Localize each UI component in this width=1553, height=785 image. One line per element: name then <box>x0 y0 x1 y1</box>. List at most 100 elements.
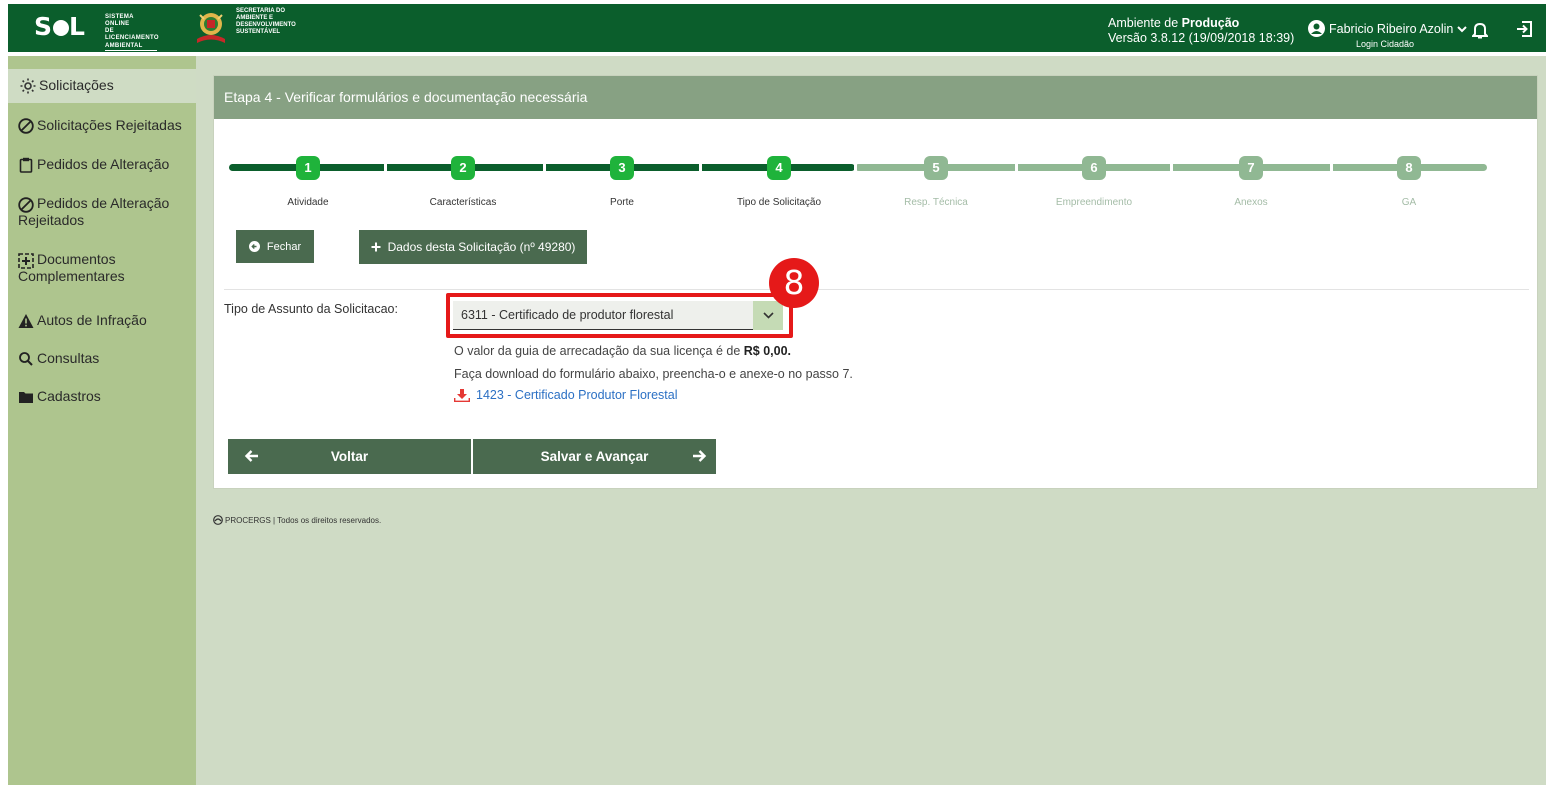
details-button[interactable]: Dados desta Solicitação (nº 49280) <box>359 230 587 264</box>
step-label-4: Tipo de Solicitação <box>736 197 822 208</box>
highlight-box <box>446 293 793 338</box>
download-icon <box>454 388 470 402</box>
step-label-7: Anexos <box>1234 197 1268 208</box>
logout-icon[interactable] <box>1515 20 1533 38</box>
step-number: 7 <box>1247 160 1255 175</box>
divider <box>224 289 1529 290</box>
sidebar-item-autos-infracao[interactable]: Autos de Infração <box>18 312 147 329</box>
sidebar-item-consultas[interactable]: Consultas <box>18 350 99 367</box>
save-next-button-label: Salvar e Avançar <box>540 449 649 464</box>
state-crest-icon <box>197 13 225 43</box>
arrow-right-icon <box>693 450 707 462</box>
user-name: Fabricio Ribeiro Azolin <box>1329 21 1454 36</box>
stepper-gap <box>699 164 702 171</box>
procergs-logo-icon <box>213 515 223 525</box>
step-number: 2 <box>459 160 467 175</box>
annotation-badge: 8 <box>769 258 819 308</box>
sun-icon <box>20 78 36 94</box>
step-6: 6 <box>1082 156 1106 180</box>
step-5: 5 <box>924 156 948 180</box>
stepper-gap <box>854 164 857 171</box>
panel-header: Etapa 4 - Verificar formulários e docume… <box>214 76 1537 119</box>
folder-icon <box>19 392 33 403</box>
stepper-gap <box>384 164 387 171</box>
step-label-6: Empreendimento <box>1055 197 1133 208</box>
secretaria-line-1: SECRETARIA DO <box>236 8 286 14</box>
step-number: 8 <box>1405 160 1413 175</box>
step-3[interactable]: 3 <box>610 156 634 180</box>
sidebar-item-documentos-complementares[interactable]: Documentos Complementares <box>18 251 188 285</box>
step-8: 8 <box>1397 156 1421 180</box>
subject-type-label: Tipo de Assunto da Solicitacao: <box>224 302 398 316</box>
fee-value: R$ 0,00. <box>743 344 792 358</box>
logo-letter-s: S <box>34 12 54 41</box>
step-label-2: Características <box>429 197 497 208</box>
stepper-gap <box>1170 164 1173 171</box>
download-info: Faça download do formulário abaixo, pree… <box>454 367 853 381</box>
back-button-label: Voltar <box>330 449 369 464</box>
sidebar-item-label: Consultas <box>37 350 100 366</box>
stepper-track-done <box>229 164 855 171</box>
sidebar-item-solicitacoes[interactable]: Solicitações <box>8 69 196 103</box>
close-button[interactable]: Fechar <box>236 230 314 263</box>
close-button-label: Fechar <box>266 240 302 253</box>
sidebar-item-solicitacoes-rejeitadas[interactable]: Solicitações Rejeitadas <box>18 117 182 134</box>
logo-sub-line-2: DE LICENCIAMENTO <box>105 28 159 41</box>
step-label-8: GA <box>1401 197 1417 208</box>
logo-subtitle: SISTEMA ONLINE DE LICENCIAMENTO AMBIENTA… <box>105 14 159 51</box>
sidebar-item-label: Pedidos de Alteração <box>37 156 170 172</box>
sidebar-item-label: Cadastros <box>37 388 101 404</box>
fee-info: O valor da guia de arrecadação da sua li… <box>454 344 791 358</box>
environment-info: Ambiente de Produção Versão 3.8.12 (19/0… <box>1108 16 1294 46</box>
ban-icon <box>18 118 34 134</box>
secretaria-text: SECRETARIA DO AMBIENTE E DESENVOLVIMENTO… <box>236 8 326 36</box>
fee-info-text: O valor da guia de arrecadação da sua li… <box>454 344 744 358</box>
ban-icon <box>18 197 34 213</box>
details-button-label: Dados desta Solicitação (nº 49280) <box>387 240 576 254</box>
panel-title: Etapa 4 - Verificar formulários e docume… <box>224 89 588 105</box>
sidebar-item-pedidos-alteracao-rejeitados[interactable]: Pedidos de Alteração Rejeitados <box>18 195 188 229</box>
env-prefix: Ambiente de <box>1108 16 1182 30</box>
sidebar-item-label: Pedidos de Alteração Rejeitados <box>18 195 170 228</box>
main-content: Etapa 4 - Verificar formulários e docume… <box>196 56 1546 785</box>
sidebar-item-label: Solicitações <box>39 77 114 93</box>
secretaria-line-4: SUSTENTÁVEL <box>236 29 281 35</box>
env-name: Produção <box>1181 16 1240 30</box>
sidebar: Solicitações Solicitações Rejeitadas Ped… <box>8 56 196 785</box>
logo-sub-line-1: SISTEMA ONLINE <box>105 14 134 27</box>
secretaria-line-2: AMBIENTE E <box>236 15 274 21</box>
sidebar-item-label: Autos de Infração <box>37 312 147 328</box>
step-4[interactable]: 4 <box>767 156 791 180</box>
logo-sub-line-3: AMBIENTAL <box>105 43 157 51</box>
step-number: 3 <box>618 160 626 175</box>
download-link-label: 1423 - Certificado Produtor Florestal <box>476 388 678 402</box>
step-label-3: Porte <box>610 197 634 208</box>
stepper-gap <box>1015 164 1018 171</box>
back-button[interactable]: Voltar <box>228 439 471 474</box>
footer-text: PROCERGS | Todos os direitos reservados. <box>225 515 382 525</box>
sol-logo[interactable]: SL <box>34 12 86 41</box>
save-next-button[interactable]: Salvar e Avançar <box>473 439 716 474</box>
sidebar-item-pedidos-alteracao[interactable]: Pedidos de Alteração <box>18 156 169 173</box>
footer: PROCERGS | Todos os direitos reservados. <box>213 515 381 525</box>
clipboard-icon <box>19 157 33 173</box>
step-1[interactable]: 1 <box>296 156 320 180</box>
logo-letter-l: L <box>69 12 86 41</box>
stepper-gap <box>1330 164 1333 171</box>
sidebar-item-label: Documentos Complementares <box>18 251 125 284</box>
plus-icon <box>371 242 381 252</box>
step-number: 1 <box>304 160 312 175</box>
user-menu[interactable]: Fabricio Ribeiro Azolin <box>1308 20 1468 37</box>
secretaria-line-3: DESENVOLVIMENTO <box>236 22 296 28</box>
step-2[interactable]: 2 <box>451 156 475 180</box>
step-label-5: Resp. Técnica <box>904 197 968 208</box>
form-download-link[interactable]: 1423 - Certificado Produtor Florestal <box>454 388 677 402</box>
step-7: 7 <box>1239 156 1263 180</box>
bell-icon[interactable] <box>1472 21 1488 39</box>
plus-square-icon <box>18 253 34 269</box>
step-number: 4 <box>775 160 783 175</box>
step-panel: Etapa 4 - Verificar formulários e docume… <box>213 75 1538 489</box>
arrow-circle-left-icon <box>248 241 260 252</box>
stepper-gap <box>543 164 546 171</box>
sidebar-item-cadastros[interactable]: Cadastros <box>18 388 101 405</box>
